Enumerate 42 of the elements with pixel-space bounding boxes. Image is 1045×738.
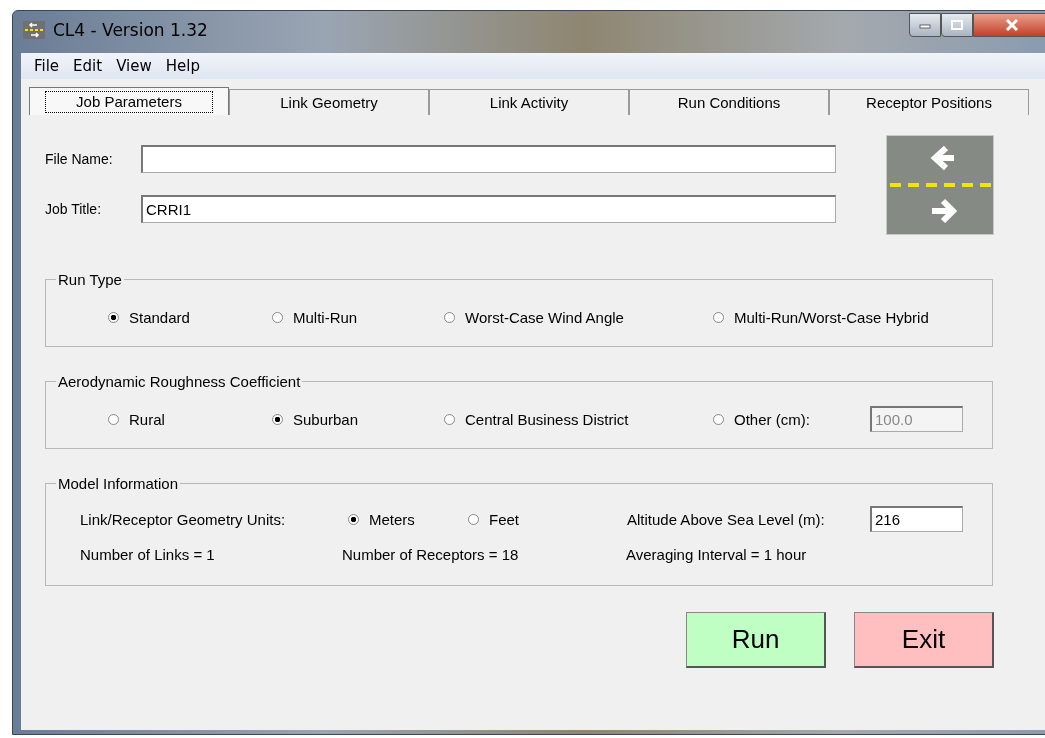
app-icon xyxy=(23,21,45,39)
menu-item[interactable]: Edit xyxy=(66,57,110,75)
radio-button[interactable]: Standard xyxy=(108,308,272,326)
minimize-icon xyxy=(919,21,931,29)
tab[interactable]: Job Parameters xyxy=(29,87,229,115)
tab[interactable]: Receptor Positions xyxy=(829,89,1029,115)
maximize-icon xyxy=(951,20,963,30)
radio-button[interactable]: Worst-Case Wind Angle xyxy=(444,308,713,326)
info-text: Number of Links = 1 xyxy=(80,546,216,563)
units-label: Link/Receptor Geometry Units: xyxy=(80,510,287,528)
radio-button[interactable]: Other (cm): xyxy=(713,410,870,428)
menu-item[interactable]: Help xyxy=(158,57,207,75)
info-text: Averaging Interval = 1 hour xyxy=(626,546,807,563)
radio-button[interactable]: Central Business District xyxy=(444,410,713,428)
group-title: Aerodynamic Roughness Coefficient xyxy=(57,373,302,390)
maximize-button[interactable] xyxy=(941,13,973,37)
radio-button[interactable]: Multi-Run xyxy=(272,308,444,326)
group-title: Model Information xyxy=(57,475,180,492)
info-text: Number of Receptors = 18 xyxy=(342,546,520,563)
close-button[interactable] xyxy=(973,13,1045,37)
run-button[interactable]: Run xyxy=(686,612,826,668)
menu-item[interactable]: File xyxy=(27,57,67,75)
window-title: CL4 - Version 1.32 xyxy=(53,20,208,40)
radio-button[interactable]: Rural xyxy=(108,410,272,428)
group-title: Run Type xyxy=(57,271,123,288)
tab[interactable]: Link Activity xyxy=(429,89,629,115)
field-label: Job Title: xyxy=(45,201,103,217)
tab[interactable]: Link Geometry xyxy=(229,89,429,115)
radio-button[interactable]: Multi-Run/Worst-Case Hybrid xyxy=(713,308,929,326)
input-field[interactable]: CRRI1 xyxy=(141,195,836,223)
input-field[interactable] xyxy=(141,145,836,173)
radio-button[interactable]: Meters xyxy=(348,510,468,528)
radio-button[interactable]: Feet xyxy=(468,510,627,528)
field-label: File Name: xyxy=(45,151,114,167)
altitude-label: Altitude Above Sea Level (m): xyxy=(627,510,826,528)
exit-button[interactable]: Exit xyxy=(854,612,994,668)
menu-item[interactable]: View xyxy=(109,57,159,75)
minimize-button[interactable] xyxy=(909,13,941,37)
close-icon xyxy=(1005,19,1019,31)
input-field[interactable]: 216 xyxy=(870,506,963,532)
tab[interactable]: Run Conditions xyxy=(629,89,829,115)
radio-button[interactable]: Suburban xyxy=(272,410,444,428)
